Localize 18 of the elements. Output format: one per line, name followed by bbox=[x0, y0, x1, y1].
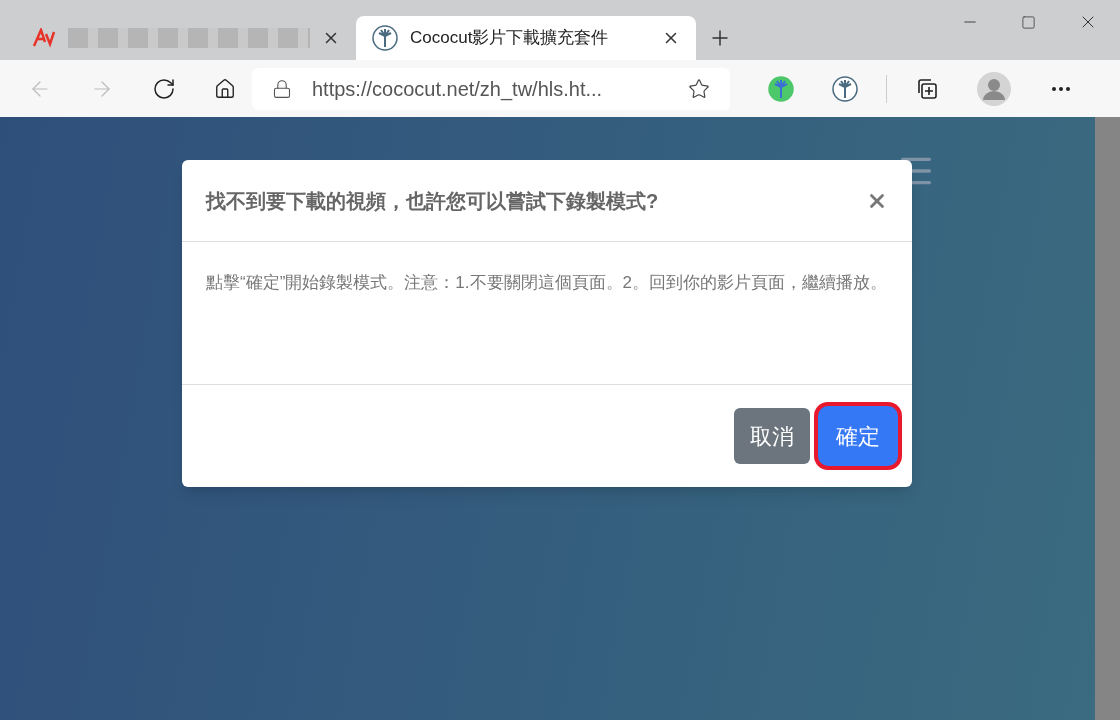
address-bar[interactable]: https://cococut.net/zh_tw/hls.ht... bbox=[252, 67, 730, 110]
browser-tab[interactable]: Cococut影片下載擴充套件 bbox=[356, 16, 696, 60]
favorite-star-icon[interactable] bbox=[688, 77, 710, 100]
url-text: https://cococut.net/zh_tw/hls.ht... bbox=[312, 76, 604, 103]
collections-icon[interactable] bbox=[915, 76, 939, 101]
home-icon[interactable] bbox=[214, 77, 236, 100]
tab-title: Cococut影片下載擴充套件 bbox=[410, 27, 610, 50]
maximize-icon[interactable] bbox=[1021, 14, 1036, 30]
app-logo-icon bbox=[32, 28, 56, 48]
profile-avatar-icon[interactable] bbox=[977, 71, 1011, 106]
dialog-message: 點擊“確定”開始錄製模式。注意：1.不要關閉這個頁面。2。回到你的影片頁面，繼續播放。 bbox=[206, 272, 888, 294]
dialog-button[interactable]: 取消 bbox=[734, 408, 810, 464]
dialog-title: 找不到要下載的視頻，也許您可以嘗試下錄製模式? bbox=[206, 188, 660, 214]
scrollbar[interactable] bbox=[1095, 117, 1120, 720]
refresh-icon[interactable] bbox=[152, 76, 176, 101]
palm-tree-icon[interactable] bbox=[832, 75, 858, 102]
lock-icon bbox=[272, 78, 292, 99]
palm-tree-icon[interactable] bbox=[372, 25, 398, 51]
